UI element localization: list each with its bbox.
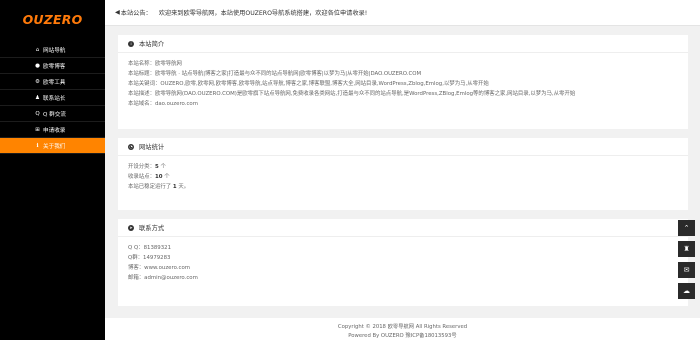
card-title: 网站统计 bbox=[139, 144, 165, 151]
intro-card-header: i 本站简介 bbox=[118, 35, 688, 53]
envelope-icon: ✉ bbox=[683, 266, 690, 274]
intro-row-keywords: 本站关键词：OUZERO,欧零,欧零网,欧零博客,欧零导航,站点导航,博客之家,… bbox=[128, 81, 489, 87]
stats-card-header: ◔ 网站统计 bbox=[118, 138, 688, 156]
intro-card: i 本站简介 本站名称：欧零导航网 本站标题：欧零导航 · 站点导航|博客之家|打… bbox=[118, 35, 688, 129]
footer-powered: Powered By OUZERO 豫ICP备18013593号 bbox=[348, 333, 457, 339]
announcement-bar: ◀ 本站公告： 欢迎来到欧零导航网，本站使用OUZERO导航系统搭建，欢迎各位申… bbox=[105, 0, 700, 26]
sidebar-item-qq-group[interactable]: QQ 群交流 bbox=[0, 106, 105, 122]
sidebar-item-label: Q 群交流 bbox=[43, 111, 66, 118]
sidebar-item-tools[interactable]: ⚙ 欧零工具 bbox=[0, 74, 105, 90]
sidebar-item-label: 欧零博客 bbox=[43, 63, 66, 70]
contact-row-qq: Q Q：81389321 bbox=[128, 245, 172, 251]
footer: Copyright © 2018 欧零导航网 All Rights Reserv… bbox=[105, 318, 700, 340]
sidebar-item-site-nav[interactable]: ⌂ 网站导航 bbox=[0, 42, 105, 58]
site-logo[interactable]: OUZERO bbox=[0, 0, 105, 38]
contact-card: ➤ 联系方式 Q Q：81389321 Q群：14979283 博客：www.ou… bbox=[118, 219, 688, 306]
intro-row-title: 本站标题：欧零导航 · 站点导航|博客之家|打造最与众不同的站点导航网|欧零博客… bbox=[128, 71, 422, 77]
stats-row-categories: 开设分类：5 个 bbox=[128, 164, 166, 170]
intro-row-domain: 本站域名：dao.ouzero.com bbox=[128, 101, 198, 107]
announcement-text: 欢迎来到欧零导航网，本站使用OUZERO导航系统搭建，欢迎各位申请收录! bbox=[158, 10, 368, 17]
qq-icon: ♜ bbox=[683, 245, 690, 253]
sidebar-item-label: 申请收录 bbox=[43, 127, 66, 134]
email-float-button[interactable]: ✉ bbox=[678, 262, 695, 278]
qq-icon: Q bbox=[35, 110, 40, 117]
card-title: 本站简介 bbox=[139, 41, 165, 48]
chevron-up-icon: ⌃ bbox=[683, 224, 690, 232]
sidebar-nav: ⌂ 网站导航 ● 欧零博客 ⚙ 欧零工具 ♟ 联系站长 QQ 群交流 ⊞ 申请收录 ℹ 关于… bbox=[0, 42, 105, 154]
intro-row-name: 本站名称：欧零导航网 bbox=[128, 61, 182, 67]
logo-text: OUZERO bbox=[22, 11, 83, 27]
bell-icon: ♟ bbox=[35, 94, 40, 101]
footer-copyright: Copyright © 2018 欧零导航网 All Rights Reserv… bbox=[337, 324, 468, 330]
stats-card: ◔ 网站统计 开设分类：5 个 收录站点：10 个 本站已稳定运行了 1 天。 bbox=[118, 138, 688, 210]
plus-square-icon: ⊞ bbox=[35, 126, 40, 133]
sidebar-item-blog[interactable]: ● 欧零博客 bbox=[0, 58, 105, 74]
sidebar-item-label: 欧零工具 bbox=[43, 79, 66, 86]
contact-row-qq-group: Q群：14979283 bbox=[128, 255, 171, 261]
sidebar-item-label: 联系站长 bbox=[43, 95, 66, 102]
sidebar-item-submit[interactable]: ⊞ 申请收录 bbox=[0, 122, 105, 138]
sidebar: OUZERO ⌂ 网站导航 ● 欧零博客 ⚙ 欧零工具 ♟ 联系站长 QQ 群交流 ⊞ 申… bbox=[0, 0, 105, 340]
paper-plane-icon: ➤ bbox=[128, 224, 134, 231]
circle-icon: ● bbox=[35, 62, 40, 69]
megaphone-icon: ◀ bbox=[115, 9, 120, 16]
announcement-label: 本站公告： bbox=[120, 10, 152, 17]
wechat-icon: ☁ bbox=[683, 287, 690, 295]
qq-float-button[interactable]: ♜ bbox=[678, 241, 695, 257]
info-icon: i bbox=[128, 40, 134, 47]
contact-row-email: 邮箱：admin@ouzero.com bbox=[128, 275, 198, 281]
home-icon: ⌂ bbox=[35, 46, 40, 53]
contact-card-header: ➤ 联系方式 bbox=[118, 219, 688, 237]
gear-icon: ⚙ bbox=[35, 78, 40, 85]
stats-row-uptime: 本站已稳定运行了 1 天。 bbox=[128, 184, 190, 190]
contact-row-blog: 博客：www.ouzero.com bbox=[128, 265, 191, 271]
wechat-float-button[interactable]: ☁ bbox=[678, 283, 695, 299]
stats-row-sites: 收录站点：10 个 bbox=[128, 174, 170, 180]
pie-chart-icon: ◔ bbox=[128, 143, 134, 150]
intro-row-description: 本站描述：欧零导航网(DAO.OUZERO.COM)是欧零旗下站点导航网,免费收… bbox=[128, 91, 576, 97]
sidebar-item-contact[interactable]: ♟ 联系站长 bbox=[0, 90, 105, 106]
sidebar-item-about[interactable]: ℹ 关于我们 bbox=[0, 138, 105, 154]
sidebar-item-label: 网站导航 bbox=[43, 47, 66, 54]
info-icon: ℹ bbox=[36, 142, 39, 149]
sidebar-item-label: 关于我们 bbox=[43, 143, 66, 150]
card-title: 联系方式 bbox=[139, 225, 165, 232]
back-to-top-button[interactable]: ⌃ bbox=[678, 220, 695, 236]
